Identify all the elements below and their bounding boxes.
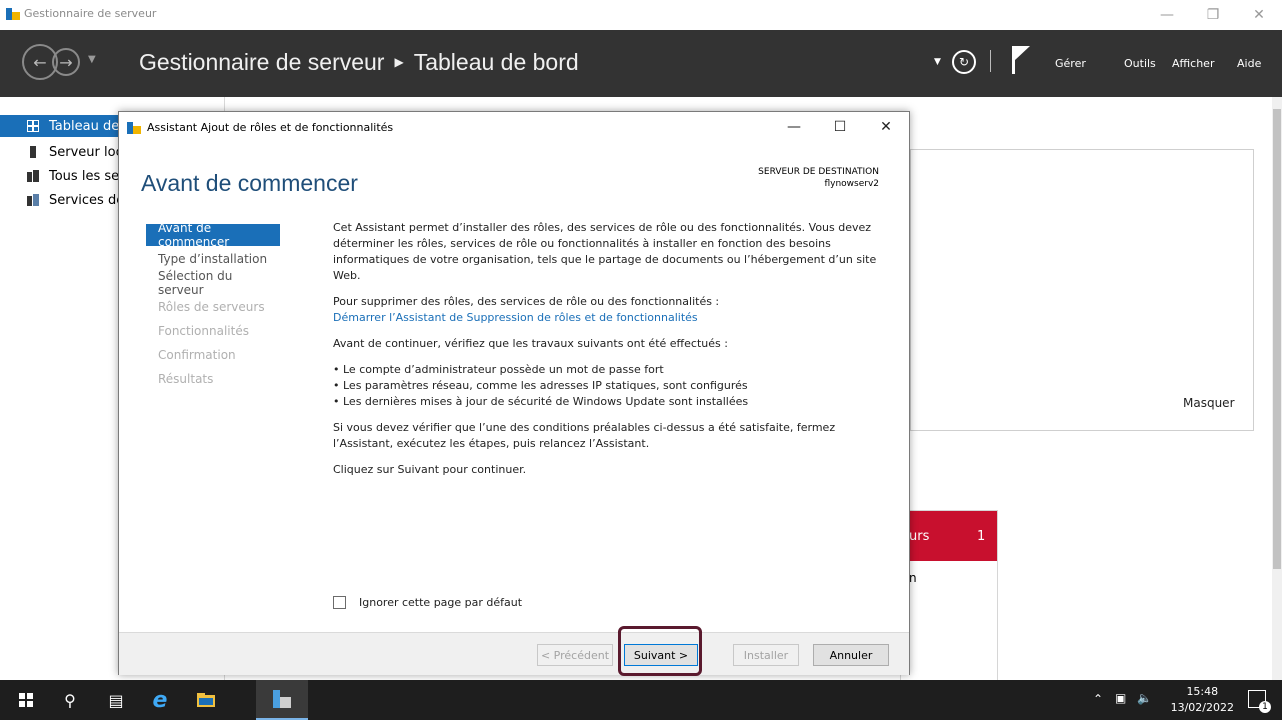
server-manager-icon [273, 690, 291, 708]
nav-item-label: Tableau de [49, 118, 120, 134]
wizard-minimize-button[interactable]: — [771, 112, 817, 142]
nav-item-label: Serveur loc [49, 144, 123, 160]
wizard-content: Cet Assistant permet d’installer des rôl… [333, 220, 893, 488]
taskbar: ⚲ ▤ e ⌃ ▣ 🔈 15:48 13/02/2022 1 [0, 680, 1282, 720]
wizard-footer: < Précédent Suivant > Installer Annuler [119, 632, 909, 675]
step-server-roles: Rôles de serveurs [158, 300, 265, 314]
history-dropdown-icon[interactable]: ▼ [88, 54, 96, 65]
explorer-button[interactable] [186, 680, 226, 720]
next-button-highlight [618, 626, 702, 676]
install-button[interactable]: Installer [733, 644, 799, 666]
folder-icon [197, 693, 215, 707]
list-item: Les dernières mises à jour de sécurité d… [333, 394, 893, 410]
add-roles-wizard: Assistant Ajout de rôles et de fonctionn… [118, 111, 910, 675]
check-text: Avant de continuer, vérifiez que les tra… [333, 337, 728, 350]
ie-button[interactable]: e [140, 680, 180, 720]
clock-time: 15:48 [1186, 685, 1219, 698]
list-item: Le compte d’administrateur possède un mo… [333, 362, 893, 378]
list-item: Les paramètres réseau, comme les adresse… [333, 378, 893, 394]
network-icon[interactable]: ▣ [1115, 691, 1126, 705]
prerequisite-list: Le compte d’administrateur possède un mo… [333, 362, 893, 410]
start-button[interactable] [6, 680, 46, 720]
roles-tile[interactable]: urs 1 n [900, 510, 998, 682]
task-view-icon: ▤ [108, 690, 124, 710]
window-title: Gestionnaire de serveur [24, 7, 157, 20]
search-icon: ⚲ [64, 690, 76, 710]
wizard-heading: Avant de commencer [141, 170, 358, 196]
wizard-title: Assistant Ajout de rôles et de fonctionn… [147, 121, 394, 134]
internet-explorer-icon: e [152, 687, 168, 713]
windows-icon [19, 693, 33, 707]
task-view-button[interactable]: ▤ [96, 680, 136, 720]
wizard-maximize-button[interactable]: ☐ [817, 112, 863, 142]
destination-server-label: SERVEUR DE DESTINATION [758, 167, 879, 177]
file-services-icon [27, 194, 39, 206]
servers-icon [27, 170, 39, 182]
wizard-icon [127, 122, 141, 134]
search-button[interactable]: ⚲ [50, 680, 90, 720]
step-server-selection[interactable]: Sélection du serveur [146, 269, 280, 297]
step-before-you-begin[interactable]: Avant de commencer [146, 221, 280, 249]
forward-button[interactable]: → [52, 48, 80, 76]
cancel-button[interactable]: Annuler [813, 644, 889, 666]
roles-tile-title: urs [909, 529, 930, 544]
next-instruction: Cliquez sur Suivant pour continuer. [333, 463, 527, 476]
volume-muted-icon[interactable]: 🔈 [1137, 691, 1152, 705]
step-installation-type[interactable]: Type d’installation [146, 248, 280, 270]
separator [990, 50, 991, 72]
notification-count-badge: 1 [1259, 701, 1271, 713]
nav-item-label: Tous les ser [49, 168, 125, 184]
page-scrollbar[interactable] [1272, 97, 1282, 680]
menu-manage[interactable]: Gérer [1055, 57, 1086, 70]
action-center-icon[interactable]: 1 [1248, 690, 1271, 713]
nav-item-label: Services de [49, 192, 125, 208]
skip-page-label[interactable]: Ignorer cette page par défaut [359, 596, 522, 609]
arrow-left-icon: ← [33, 52, 47, 72]
breadcrumb: Gestionnaire de serveur ▶ Tableau de bord [139, 49, 579, 76]
breadcrumb-separator-icon: ▶ [394, 55, 404, 69]
remove-text: Pour supprimer des rôles, des services d… [333, 295, 720, 308]
roles-tile-header: urs 1 [901, 511, 997, 561]
menu-tools[interactable]: Outils [1124, 57, 1156, 70]
intro-text: Cet Assistant permet d’installer des rôl… [333, 221, 877, 282]
hide-link[interactable]: Masquer [1183, 396, 1235, 410]
wizard-close-button[interactable]: ✕ [863, 112, 909, 142]
system-clock[interactable]: 15:48 13/02/2022 [1171, 684, 1234, 716]
app-header: ← → ▼ Gestionnaire de serveur ▶ Tableau de… [0, 30, 1282, 97]
menu-view[interactable]: Afficher [1172, 57, 1214, 70]
notifications-flag-icon[interactable] [1012, 46, 1030, 74]
server-icon [30, 146, 36, 158]
remove-wizard-link[interactable]: Démarrer l’Assistant de Suppression de r… [333, 311, 698, 324]
clock-date: 13/02/2022 [1170, 701, 1234, 714]
step-confirmation: Confirmation [158, 348, 236, 362]
restore-button[interactable]: ❐ [1190, 0, 1236, 30]
refresh-icon[interactable]: ↻ [952, 50, 976, 74]
dropdown-icon[interactable]: ▼ [934, 57, 941, 67]
server-manager-taskbar-button[interactable] [256, 680, 308, 720]
show-hidden-icons[interactable]: ⌃ [1093, 692, 1103, 706]
roles-tile-count: 1 [977, 529, 986, 544]
step-results: Résultats [158, 372, 214, 386]
skip-page-checkbox[interactable] [333, 596, 346, 609]
breadcrumb-page: Tableau de bord [413, 49, 579, 75]
close-button[interactable]: ✕ [1236, 0, 1282, 30]
breadcrumb-app: Gestionnaire de serveur [139, 49, 385, 75]
arrow-right-icon: → [59, 52, 73, 72]
step-features: Fonctionnalités [158, 324, 249, 338]
previous-button[interactable]: < Précédent [537, 644, 613, 666]
destination-server-name: flynowserv2 [824, 179, 879, 189]
dashboard-icon [27, 120, 39, 132]
roles-tile-text: n [909, 571, 917, 585]
minimize-button[interactable]: — [1144, 0, 1190, 30]
welcome-panel [910, 149, 1254, 431]
window-titlebar: Gestionnaire de serveur — ❐ ✕ [0, 0, 1282, 30]
menu-help[interactable]: Aide [1237, 57, 1261, 70]
scrollbar-thumb[interactable] [1273, 109, 1281, 569]
verify-text: Si vous devez vérifier que l’une des con… [333, 421, 836, 450]
server-manager-icon [6, 8, 20, 20]
